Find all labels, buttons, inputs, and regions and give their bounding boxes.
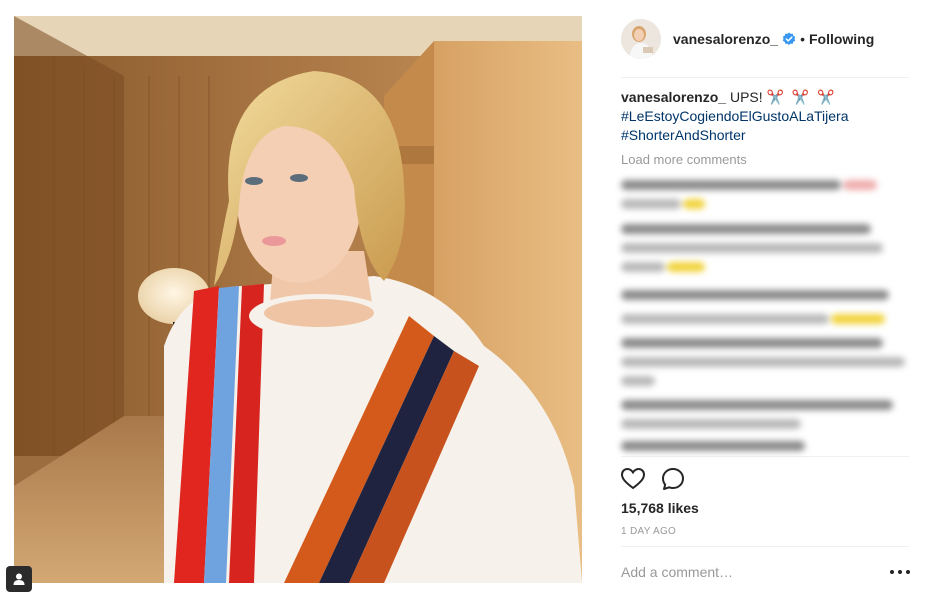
blurred-comment-line bbox=[621, 357, 905, 367]
header-separator: • bbox=[800, 31, 805, 47]
user-tag-button[interactable] bbox=[6, 566, 32, 592]
following-button[interactable]: Following bbox=[809, 31, 874, 47]
blurred-comment-line bbox=[621, 224, 871, 234]
post-timestamp[interactable]: 1 DAY AGO bbox=[621, 526, 676, 537]
post-actions bbox=[620, 466, 700, 492]
hashtag-link[interactable]: #ShorterAndShorter bbox=[621, 126, 909, 145]
more-options-icon[interactable] bbox=[890, 563, 910, 581]
blurred-comment-line bbox=[621, 262, 665, 272]
post-header: vanesalorenzo_ • Following bbox=[621, 18, 909, 60]
user-tag-icon bbox=[13, 573, 25, 585]
blurred-comment-line bbox=[621, 180, 841, 190]
blurred-emoji bbox=[831, 314, 885, 324]
caption-emoji: ✂️ ✂️ ✂️ bbox=[766, 89, 837, 105]
blurred-comment-line bbox=[621, 419, 801, 429]
blurred-comment-line bbox=[621, 199, 681, 209]
caption-text: UPS! bbox=[729, 89, 763, 105]
blurred-comment-line bbox=[621, 314, 829, 324]
blurred-comment-line bbox=[621, 290, 889, 300]
blurred-comment-line bbox=[621, 376, 655, 386]
caption-username[interactable]: vanesalorenzo_ bbox=[621, 89, 726, 105]
post-caption: vanesalorenzo_ UPS! ✂️ ✂️ ✂️ #LeEstoyCog… bbox=[621, 88, 909, 145]
comments-list-blurred bbox=[621, 176, 909, 454]
blurred-emoji bbox=[667, 262, 705, 272]
dot bbox=[890, 570, 894, 574]
post-image bbox=[14, 16, 582, 583]
avatar-image bbox=[621, 19, 661, 59]
blurred-emoji bbox=[683, 199, 705, 209]
heart-icon[interactable] bbox=[620, 466, 646, 492]
blurred-comment-line bbox=[621, 400, 893, 410]
header-divider bbox=[621, 77, 909, 78]
load-more-comments[interactable]: Load more comments bbox=[621, 152, 747, 167]
hashtag-link[interactable]: #LeEstoyCogiendoElGustoALaTijera bbox=[621, 107, 909, 126]
post-username[interactable]: vanesalorenzo_ bbox=[673, 31, 778, 47]
blurred-comment-line bbox=[621, 441, 805, 451]
dot bbox=[898, 570, 902, 574]
comments-divider bbox=[621, 456, 909, 457]
add-comment-input[interactable] bbox=[621, 560, 871, 584]
avatar[interactable] bbox=[621, 19, 661, 59]
blurred-comment-line bbox=[621, 243, 883, 253]
likes-count[interactable]: 15,768 likes bbox=[621, 500, 699, 516]
verified-badge-icon bbox=[782, 32, 796, 45]
comment-bubble-icon[interactable] bbox=[660, 466, 686, 492]
post-photo[interactable] bbox=[14, 16, 582, 583]
blurred-comment-line bbox=[621, 338, 883, 348]
blurred-emoji bbox=[843, 180, 877, 190]
actions-divider bbox=[621, 546, 909, 547]
dot bbox=[906, 570, 910, 574]
